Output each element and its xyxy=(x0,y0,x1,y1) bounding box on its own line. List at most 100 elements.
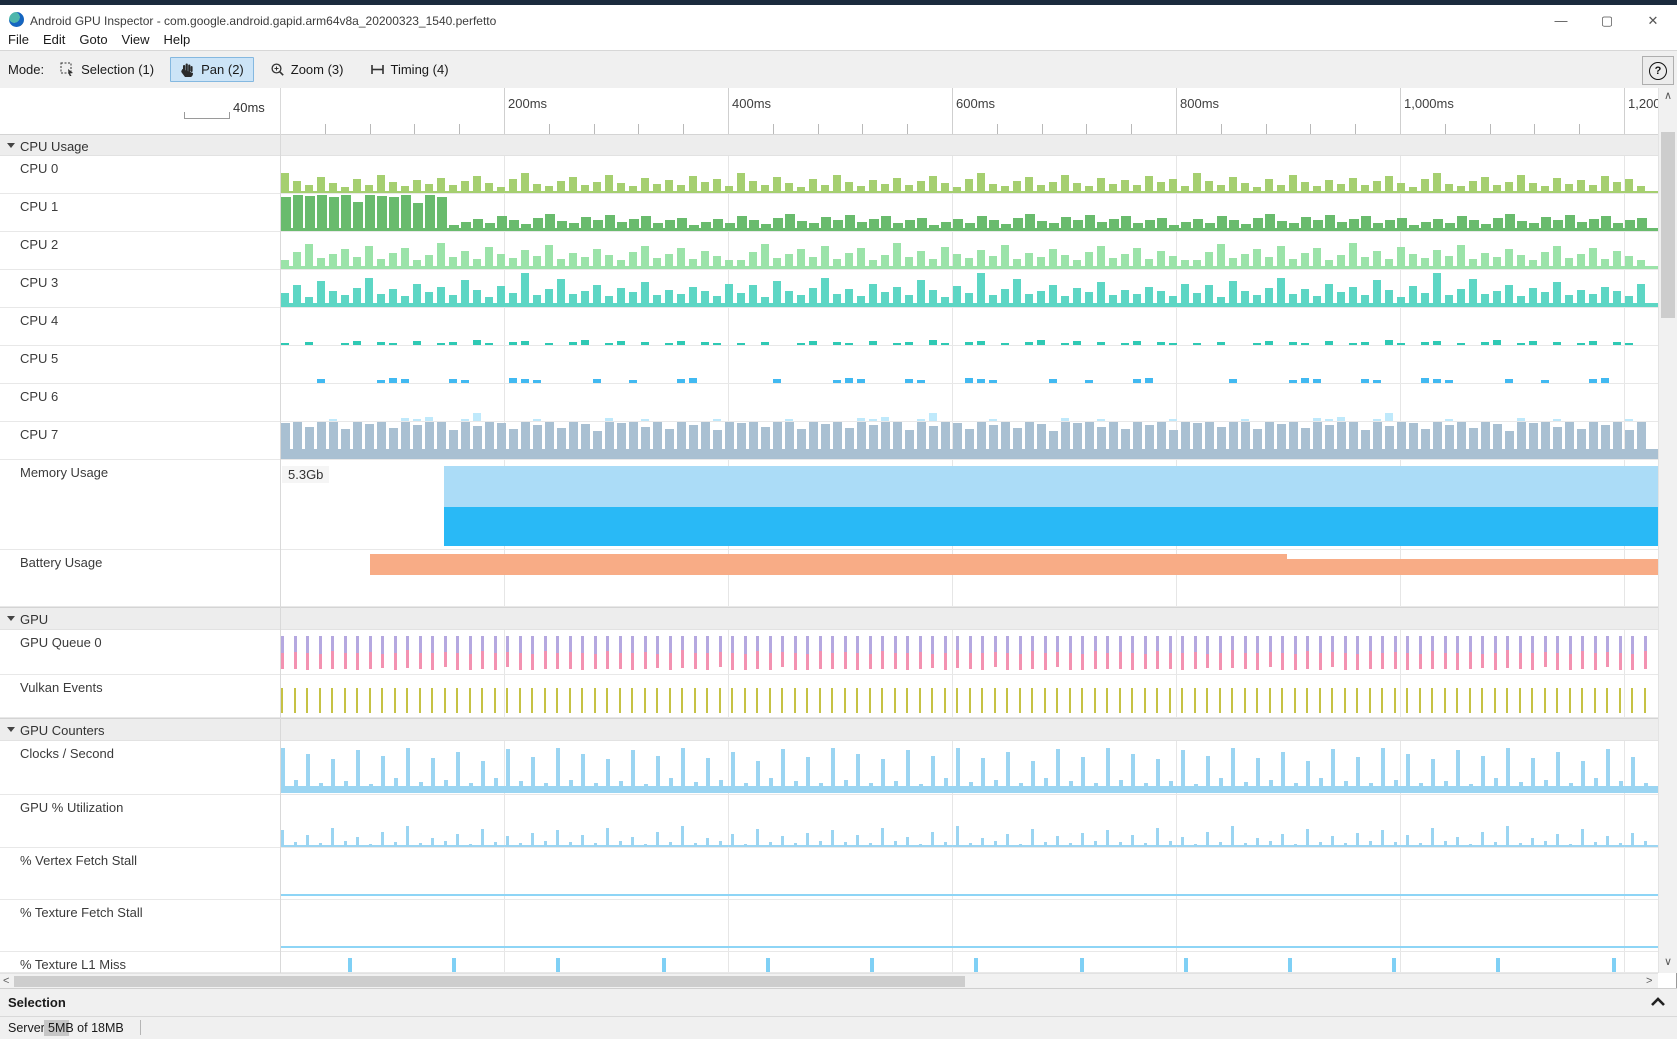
vertical-scrollbar[interactable]: ∧ ∨ xyxy=(1658,88,1677,973)
queue-bar-bottom xyxy=(1069,653,1072,670)
mode-button-pan[interactable]: Pan (2) xyxy=(170,57,254,82)
data-bar xyxy=(785,183,793,191)
menu-edit[interactable]: Edit xyxy=(43,30,65,50)
section-header-gpu-counters[interactable]: GPU Counters xyxy=(0,718,1658,741)
data-bar xyxy=(1469,279,1477,303)
menu-file[interactable]: File xyxy=(8,30,29,50)
scroll-left-icon[interactable]: < xyxy=(3,975,9,988)
data-bar xyxy=(1493,340,1501,345)
ruler-minor-tick xyxy=(862,124,863,134)
vertical-scroll-thumb[interactable] xyxy=(1661,132,1675,318)
counter-spike xyxy=(1431,759,1435,793)
queue-bar-bottom xyxy=(869,654,872,669)
data-bar xyxy=(1349,243,1357,266)
data-bar xyxy=(1373,419,1381,421)
track-canvas-cpu-7[interactable] xyxy=(280,422,1658,459)
data-bar xyxy=(605,296,613,303)
data-bar xyxy=(953,187,961,191)
event-tick xyxy=(1569,688,1571,713)
track-canvas-texture-l1-miss[interactable] xyxy=(280,952,1658,972)
menu-help[interactable]: Help xyxy=(164,30,191,50)
track-canvas-cpu-5[interactable] xyxy=(280,346,1658,383)
counter-spike xyxy=(1606,836,1609,847)
collapse-arrow-icon[interactable] xyxy=(7,616,15,621)
scroll-right-icon[interactable]: > xyxy=(1646,975,1652,988)
data-bar xyxy=(1457,216,1467,228)
data-bar xyxy=(917,419,925,421)
section-header-gpu[interactable]: GPU xyxy=(0,607,1658,630)
mode-button-zoom[interactable]: Zoom (3) xyxy=(260,57,354,82)
data-bar xyxy=(641,216,651,228)
data-bar xyxy=(1421,222,1431,228)
data-bar xyxy=(725,223,735,228)
track-canvas-battery[interactable] xyxy=(280,550,1658,606)
timeline-tracks[interactable]: CPU UsageCPU 0CPU 1CPU 2CPU 3CPU 4CPU 5C… xyxy=(0,134,1658,973)
queue-bar-bottom xyxy=(1406,653,1409,670)
horizontal-scroll-thumb[interactable] xyxy=(14,976,965,987)
event-tick xyxy=(1644,688,1646,713)
data-bar xyxy=(737,343,745,345)
track-canvas-vulkan-events[interactable] xyxy=(280,675,1658,717)
track-canvas-vertex-fetch-stall[interactable] xyxy=(280,848,1658,899)
track-canvas-cpu-3[interactable] xyxy=(280,270,1658,307)
timeline-ruler[interactable]: Total Time: 2s084ms 40ms 200ms400ms600ms… xyxy=(0,88,1658,134)
collapse-arrow-icon[interactable] xyxy=(7,727,15,732)
track-canvas-clocks-per-second[interactable] xyxy=(280,741,1658,794)
maximize-button[interactable]: ▢ xyxy=(1592,11,1622,31)
queue-bar-top xyxy=(1131,636,1134,653)
chevron-up-icon[interactable] xyxy=(1650,997,1666,1007)
data-bar xyxy=(497,254,505,266)
data-bar xyxy=(977,422,986,449)
data-bar xyxy=(773,379,781,383)
data-bar xyxy=(785,419,793,421)
data-bar xyxy=(713,219,723,228)
section-header-cpu-usage[interactable]: CPU Usage xyxy=(0,134,1658,156)
mode-button-selection[interactable]: Selection (1) xyxy=(50,57,164,82)
track-canvas-memory[interactable]: 5.3Gb xyxy=(280,460,1658,549)
data-bar xyxy=(1061,418,1069,421)
selection-panel-header[interactable]: Selection xyxy=(0,988,1677,1017)
data-bar xyxy=(1157,182,1165,191)
data-bar xyxy=(317,195,327,228)
track-canvas-gpu-queue-0[interactable] xyxy=(280,630,1658,674)
queue-bar-top xyxy=(1581,636,1584,651)
track-canvas-cpu-1[interactable] xyxy=(280,194,1658,231)
data-bar xyxy=(581,257,589,266)
data-bar xyxy=(533,256,541,266)
counter-spike xyxy=(1581,829,1584,847)
help-button[interactable]: ? xyxy=(1642,56,1674,85)
horizontal-scrollbar[interactable]: < > xyxy=(0,973,1658,989)
queue-bar-top xyxy=(806,636,809,654)
queue-bar-top xyxy=(1394,636,1397,652)
track-canvas-gpu-utilization[interactable] xyxy=(280,795,1658,847)
data-bar xyxy=(1385,426,1394,449)
scroll-down-icon[interactable]: ∨ xyxy=(1664,956,1672,969)
track-canvas-cpu-2[interactable] xyxy=(280,232,1658,269)
menu-goto[interactable]: Goto xyxy=(79,30,107,50)
mode-button-timing[interactable]: Timing (4) xyxy=(360,57,459,82)
data-bar xyxy=(989,256,997,266)
menu-view[interactable]: View xyxy=(122,30,150,50)
track-canvas-cpu-0[interactable] xyxy=(280,156,1658,193)
scroll-up-icon[interactable]: ∧ xyxy=(1664,90,1672,103)
counter-spike xyxy=(919,784,923,793)
counter-spike xyxy=(769,778,773,793)
data-bar xyxy=(929,176,937,191)
track-canvas-cpu-6[interactable] xyxy=(280,384,1658,421)
track-canvas-cpu-4[interactable] xyxy=(280,308,1658,345)
event-tick xyxy=(706,688,708,713)
data-bar xyxy=(1445,184,1453,191)
minimize-button[interactable]: — xyxy=(1546,11,1576,31)
collapse-arrow-icon[interactable] xyxy=(7,143,15,148)
track-canvas-texture-fetch-stall[interactable] xyxy=(280,900,1658,951)
event-tick xyxy=(1219,688,1221,713)
data-bar xyxy=(569,294,577,303)
close-button[interactable]: ✕ xyxy=(1638,11,1668,31)
counter-spike xyxy=(1494,842,1497,847)
queue-bar-bottom xyxy=(1294,654,1297,670)
event-tick xyxy=(994,688,996,713)
menu-bar: File Edit Goto View Help xyxy=(0,30,1677,51)
counter-spike xyxy=(619,841,622,847)
mode-button-label: Zoom (3) xyxy=(291,62,344,77)
ruler-minor-tick xyxy=(370,124,371,134)
